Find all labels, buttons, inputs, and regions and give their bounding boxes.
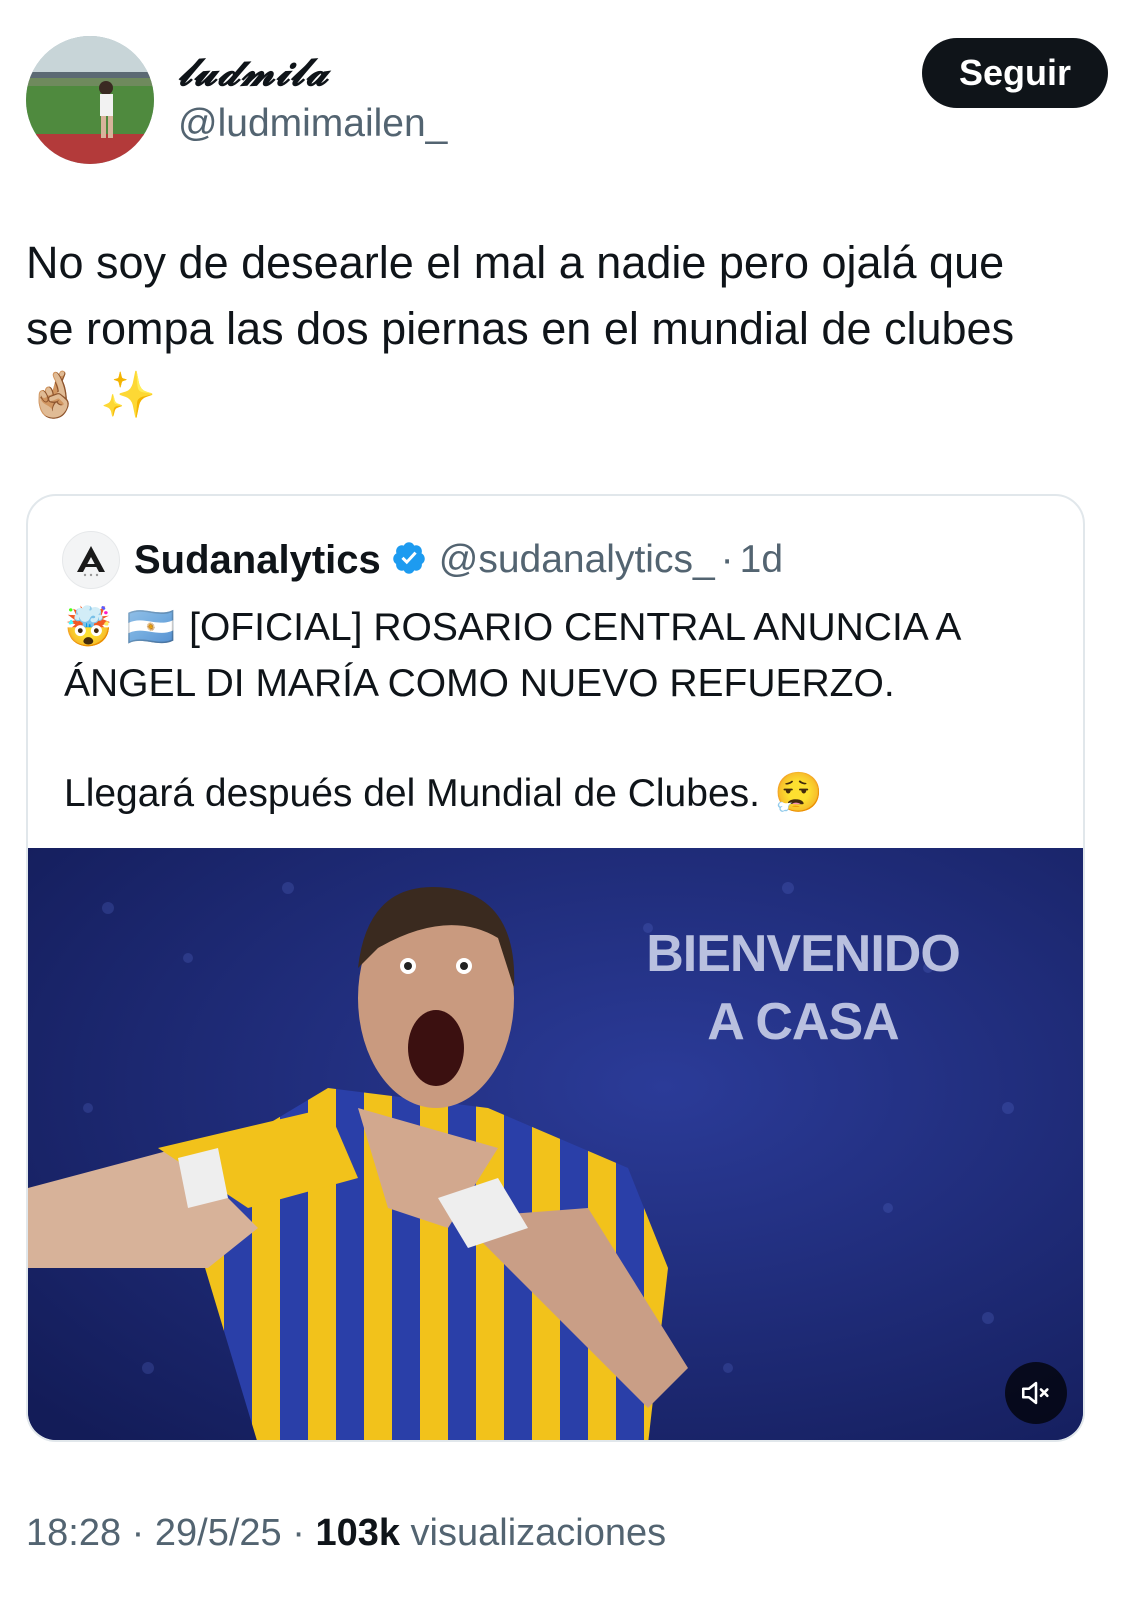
quoted-text-line-2: ÁNGEL DI MARÍA COMO NUEVO REFUERZO. [64, 662, 895, 705]
follow-button[interactable]: Seguir [922, 38, 1108, 108]
volume-muted-icon [1021, 1381, 1049, 1405]
verified-badge-icon [391, 540, 427, 581]
sparkles-emoji: ✨ [100, 369, 157, 420]
author-avatar[interactable] [26, 36, 154, 164]
quoted-display-name[interactable]: Sudanalytics [134, 538, 381, 583]
sudanalytics-logo-icon [77, 546, 105, 577]
exploding-head-emoji: 🤯 [64, 606, 113, 649]
quoted-text-line-1: [OFICIAL] ROSARIO CENTRAL ANUNCIA A [189, 606, 962, 649]
quoted-text-line-1-row: 🤯 🇦🇷 [OFICIAL] ROSARIO CENTRAL ANUNCIA A [64, 600, 1064, 656]
quoted-avatar[interactable] [62, 531, 120, 589]
quoted-tweet-header: Sudanalytics @sudanalytics_ · 1d [62, 530, 783, 590]
tweet-meta: 18:28 · 29/5/25 · 103k visualizaciones [26, 1508, 666, 1558]
author-display-name[interactable]: 𝓵𝓾𝓭𝓶𝓲𝓵𝓪 [178, 48, 447, 96]
mute-button[interactable] [1005, 1362, 1067, 1424]
overlay-line-1: BIENVENIDO [646, 925, 961, 983]
tweet-emoji-row: 🤞🏼 ✨ [26, 362, 1116, 428]
author-names: 𝓵𝓾𝓭𝓶𝓲𝓵𝓪 @ludmimailen_ [178, 48, 447, 148]
meta-separator: · [281, 1512, 316, 1554]
separator-dot: · [720, 538, 734, 581]
post-date[interactable]: 29/5/25 [155, 1512, 282, 1554]
quoted-text-line-3: Llegará después del Mundial de Clubes. [64, 772, 760, 815]
post-time[interactable]: 18:28 [26, 1512, 121, 1554]
meta-separator: · [121, 1512, 155, 1554]
views-label: visualizaciones [400, 1512, 667, 1554]
quoted-text: 🤯 🇦🇷 [OFICIAL] ROSARIO CENTRAL ANUNCIA A… [64, 600, 1064, 822]
avatar-photo [26, 36, 154, 164]
quoted-handle[interactable]: @sudanalytics_ [439, 538, 715, 582]
overlay-line-2: A CASA [707, 993, 899, 1051]
argentina-flag-emoji: 🇦🇷 [126, 606, 176, 649]
tweet-text-line-2: se rompa las dos piernas en el mundial d… [26, 303, 1015, 354]
quoted-timestamp[interactable]: 1d [740, 538, 783, 582]
tweet-text-line-1: No soy de desearle el mal a nadie pero o… [26, 237, 1005, 288]
author-handle[interactable]: @ludmimailen_ [178, 100, 447, 148]
tweet-header: 𝓵𝓾𝓭𝓶𝓲𝓵𝓪 @ludmimailen_ Seguir [26, 34, 1108, 164]
tweet-text: No soy de desearle el mal a nadie pero o… [26, 230, 1116, 428]
exhaling-face-emoji: 😮‍💨 [773, 772, 823, 815]
crossed-fingers-emoji: 🤞🏼 [26, 369, 83, 420]
quoted-tweet[interactable]: Sudanalytics @sudanalytics_ · 1d 🤯 🇦🇷 [O… [26, 494, 1085, 1442]
views-count: 103k [315, 1512, 400, 1554]
quoted-video[interactable]: BIENVENIDO A CASA [28, 848, 1083, 1440]
video-overlay-title: BIENVENIDO A CASA [588, 920, 1018, 1056]
quoted-text-line-3-row: Llegará después del Mundial de Clubes. 😮… [64, 766, 1064, 822]
